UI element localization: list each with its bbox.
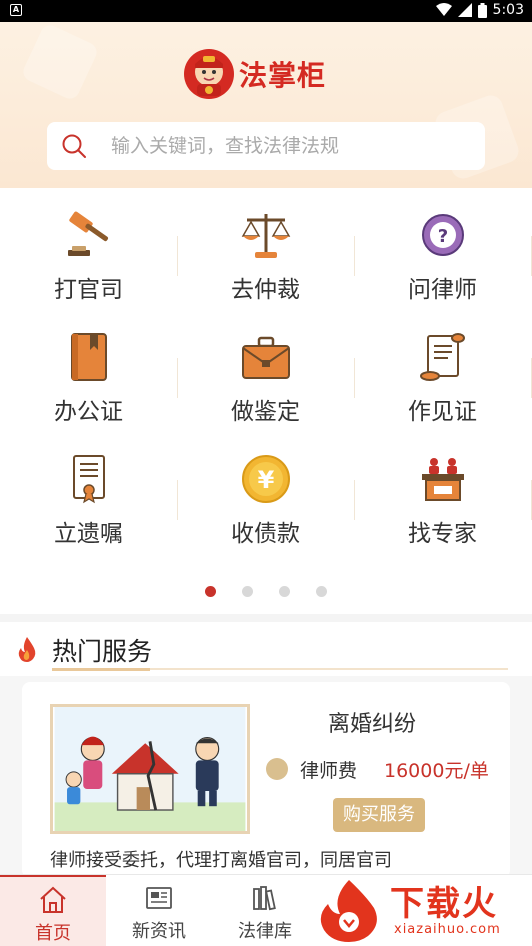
divorce-illustration <box>50 704 250 834</box>
tab-label: 首页 <box>35 923 71 944</box>
service-description: 律师接受委托，代理打离婚官司，同居官司 <box>50 850 392 871</box>
service-label: 立遗嘱 <box>54 521 123 547</box>
watermark-logo-icon <box>320 880 377 942</box>
service-label: 办公证 <box>54 399 123 425</box>
section-underline-accent <box>52 668 150 671</box>
service-title: 离婚纠纷 <box>328 712 417 737</box>
podium-icon <box>421 458 464 501</box>
signal-icon <box>457 3 472 17</box>
fee-value: 16000元/单 <box>384 760 489 782</box>
service-notarization[interactable]: 办公证 <box>0 310 177 432</box>
hot-services-section: 热门服务 离婚纠纷 律师费 16000元/单 购买服务 律师接受委托，代理打离婚… <box>0 622 532 878</box>
grid-divider <box>354 236 355 276</box>
grid-divider <box>354 480 355 520</box>
status-time: 5:03 <box>492 2 524 18</box>
tab-home[interactable]: 首页 <box>0 875 106 946</box>
site-watermark: 下载火 xiazaihuo.com <box>312 874 532 946</box>
service-debt-collection[interactable]: ¥ 收债款 <box>177 432 354 554</box>
grid-divider <box>177 480 178 520</box>
header-decoration <box>20 22 100 102</box>
tab-law-library[interactable]: 法律库 <box>212 875 318 946</box>
grid-divider <box>177 236 178 276</box>
scales-icon <box>241 214 290 258</box>
service-ask-lawyer[interactable]: ? 问律师 <box>354 188 531 310</box>
carousel-dot[interactable] <box>205 586 216 597</box>
wifi-icon <box>435 3 452 16</box>
home-icon <box>40 886 66 913</box>
service-label: 问律师 <box>408 277 477 303</box>
service-arbitration[interactable]: 去仲裁 <box>177 188 354 310</box>
carousel-dot[interactable] <box>242 586 253 597</box>
briefcase-icon <box>241 336 290 379</box>
search-icon <box>62 134 86 158</box>
app-logo: 法掌柜 <box>183 48 326 100</box>
services-grid: 打官司 去仲裁 ? 问律师 办公证 做鉴定 作见证 立遗嘱 ¥ 收债款 找专家 <box>0 188 532 614</box>
search-bar[interactable] <box>47 122 485 170</box>
service-label: 打官司 <box>54 277 123 303</box>
question-icon: ? <box>421 214 464 256</box>
notification-icon: A <box>10 4 22 16</box>
watermark-url: xiazaihuo.com <box>394 922 501 937</box>
app-logo-text: 法掌柜 <box>239 59 327 92</box>
svg-text:¥: ¥ <box>257 466 274 494</box>
tab-label: 法律库 <box>238 921 292 942</box>
section-title: 热门服务 <box>52 637 153 666</box>
status-bar: A 5:03 <box>0 0 532 22</box>
scroll-icon <box>419 333 465 381</box>
lawyer-icon <box>266 758 288 780</box>
buy-service-button[interactable]: 购买服务 <box>333 798 425 832</box>
search-input[interactable] <box>111 135 471 157</box>
service-label: 做鉴定 <box>231 399 300 425</box>
tab-news[interactable]: 新资讯 <box>106 875 212 946</box>
hot-services-header: 热门服务 <box>0 622 532 676</box>
watermark-text: 下载火 <box>390 884 498 924</box>
mascot-logo-icon <box>184 49 234 99</box>
carousel-indicator <box>0 586 532 597</box>
battery-icon <box>477 2 487 18</box>
yen-coin-icon: ¥ <box>241 455 290 503</box>
service-litigation[interactable]: 打官司 <box>0 188 177 310</box>
newspaper-icon <box>146 887 172 909</box>
fee-label: 律师费 <box>300 760 358 782</box>
book-icon <box>70 333 107 381</box>
tab-label: 新资讯 <box>132 921 186 942</box>
gavel-icon <box>67 211 108 256</box>
service-label: 作见证 <box>408 399 477 425</box>
service-label: 收债款 <box>231 521 300 547</box>
status-icons: 5:03 <box>435 2 524 18</box>
service-card[interactable]: 离婚纠纷 律师费 16000元/单 购买服务 律师接受委托，代理打离婚官司，同居… <box>22 682 510 878</box>
carousel-dot[interactable] <box>316 586 327 597</box>
carousel-dot[interactable] <box>279 586 290 597</box>
service-find-expert[interactable]: 找专家 <box>354 432 531 554</box>
grid-divider <box>177 358 178 398</box>
document-icon <box>72 455 105 504</box>
header: 法掌柜 <box>0 22 532 188</box>
fire-icon <box>18 637 36 662</box>
service-label: 去仲裁 <box>231 277 300 303</box>
service-witness[interactable]: 作见证 <box>354 310 531 432</box>
service-appraisal[interactable]: 做鉴定 <box>177 310 354 432</box>
service-label: 找专家 <box>408 521 477 547</box>
grid-divider <box>354 358 355 398</box>
svg-text:?: ? <box>437 226 447 247</box>
books-icon <box>253 886 276 911</box>
service-will[interactable]: 立遗嘱 <box>0 432 177 554</box>
